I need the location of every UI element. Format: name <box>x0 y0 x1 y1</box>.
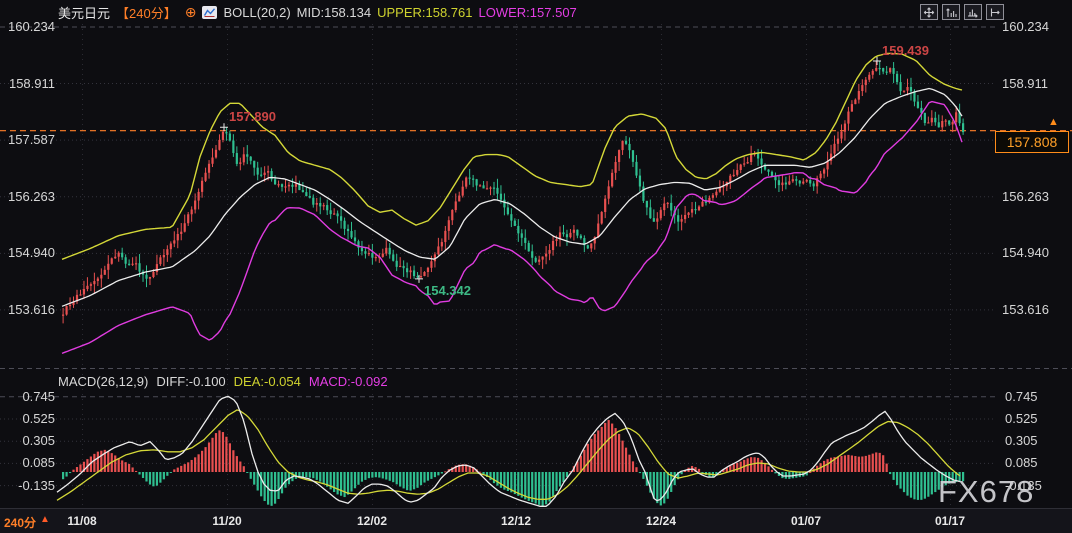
chart-canvas[interactable]: 157.890 154.342 159.439 <box>0 0 1072 533</box>
x-axis-date-label: 12/02 <box>357 514 387 528</box>
chart-type-icon[interactable] <box>202 6 217 19</box>
macd-axis-label-right: 0.745 <box>1005 389 1038 404</box>
macd-axis-label-right: 0.525 <box>1005 411 1038 426</box>
chart-toolbar <box>920 4 1004 20</box>
timeframe-badge[interactable]: 240分 <box>4 514 36 531</box>
macd-indicator-label[interactable]: MACD(26,12,9) <box>58 374 148 389</box>
boll-indicator-label[interactable]: BOLL(20,2) <box>223 5 290 20</box>
x-axis-date-label: 12/12 <box>501 514 531 528</box>
x-axis-date-label: 11/20 <box>212 514 241 528</box>
timeframe-up-arrow-icon[interactable]: ▲ <box>40 514 50 525</box>
time-axis-bar: 240分 ▲ 11/08 11/20 12/02 12/12 12/24 01/07 01/… <box>0 508 1072 533</box>
price-axis-label-right: 153.616 <box>1002 302 1049 317</box>
add-indicator-icon[interactable]: ⊕ <box>185 4 197 21</box>
chart-header: 美元日元 【240分】 ⊕ BOLL(20,2) MID:158.134 UPP… <box>58 3 577 21</box>
price-annotation: 159.439 <box>882 43 929 58</box>
price-axis-label-left: 154.940 <box>1 245 55 260</box>
x-axis-date-label: 12/24 <box>646 514 676 528</box>
trading-chart-window: 157.890 154.342 159.439 美元日元 【240分】 ⊕ BOLL… <box>0 0 1072 533</box>
timeframe-label[interactable]: 【240分】 <box>116 3 177 22</box>
macd-diff-value: DIFF:-0.100 <box>156 374 225 389</box>
boll-lower-value: LOWER:157.507 <box>479 5 577 20</box>
price-axis-label-left: 157.587 <box>1 132 55 147</box>
macd-header: MACD(26,12,9) DIFF:-0.100 DEA:-0.054 MAC… <box>58 374 388 389</box>
x-axis-date-label: 11/08 <box>67 514 96 528</box>
macd-axis-label-left: 0.305 <box>1 433 55 448</box>
price-axis-label-left: 156.263 <box>1 189 55 204</box>
price-axis-label-right: 160.234 <box>1002 19 1049 34</box>
price-axis-label-left: 153.616 <box>1 302 55 317</box>
x-axis-date-label: 01/07 <box>791 514 821 528</box>
macd-macd-value: MACD:-0.092 <box>309 374 388 389</box>
macd-axis-label-right: 0.305 <box>1005 433 1038 448</box>
price-axis-label-right: 154.940 <box>1002 245 1049 260</box>
boll-mid-value: MID:158.134 <box>297 5 371 20</box>
zoom-x-axis-icon[interactable] <box>964 4 982 20</box>
current-price-tag: 157.808 <box>995 131 1069 153</box>
price-axis-label-right: 158.911 <box>1002 76 1048 91</box>
watermark: FX678 <box>938 474 1034 510</box>
x-axis-date-label: 01/17 <box>935 514 965 528</box>
price-annotation: 157.890 <box>229 109 276 124</box>
macd-axis-label-left: 0.085 <box>1 455 55 470</box>
price-axis-label-left: 160.234 <box>1 19 55 34</box>
pan-right-icon[interactable] <box>986 4 1004 20</box>
macd-axis-label-right: 0.085 <box>1005 455 1038 470</box>
macd-dea-value: DEA:-0.054 <box>234 374 301 389</box>
boll-upper-value: UPPER:158.761 <box>377 5 472 20</box>
price-axis-label-right: 156.263 <box>1002 189 1049 204</box>
macd-axis-label-left: 0.745 <box>1 389 55 404</box>
zoom-y-axis-icon[interactable] <box>942 4 960 20</box>
symbol-name: 美元日元 <box>58 3 110 22</box>
macd-axis-label-left: -0.135 <box>1 478 55 493</box>
price-up-arrow-icon: ▲ <box>1048 117 1059 128</box>
macd-axis-label-left: 0.525 <box>1 411 55 426</box>
price-annotation: 154.342 <box>424 283 471 298</box>
move-icon[interactable] <box>920 4 938 20</box>
price-axis-label-left: 158.911 <box>1 76 55 91</box>
